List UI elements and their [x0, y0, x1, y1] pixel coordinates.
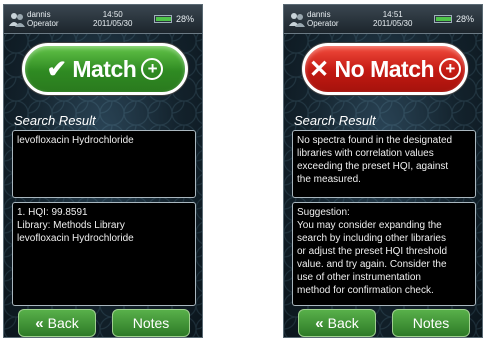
clock: 14:50 2011/05/30 — [93, 10, 132, 28]
notes-button[interactable]: Notes — [392, 309, 470, 337]
match-result-button[interactable]: ✔ Match + — [22, 43, 188, 95]
status-bar: dannis Operator 14:50 2011/05/30 28% — [4, 5, 202, 34]
user-info: dannis Operator — [307, 10, 339, 28]
result-line: search by including other libraries — [297, 233, 446, 244]
notes-label: Notes — [412, 315, 450, 331]
double-chevron-left-icon: « — [35, 314, 44, 332]
back-label: Back — [327, 315, 359, 331]
result-line: levofloxacin Hydrochloride — [17, 233, 134, 244]
battery-percent: 28% — [456, 14, 475, 24]
result-label: No Match — [334, 55, 435, 82]
result-line: Suggestion: — [297, 207, 350, 218]
search-result-label: Search Result — [294, 113, 376, 128]
result-line: levofloxacin Hydrochloride — [17, 135, 134, 146]
no-match-screen: dannis Operator 14:51 2011/05/30 28% ✕ N… — [283, 4, 483, 338]
result-line: use of other instrumentation — [297, 272, 421, 283]
result-line: Library: Methods Library — [17, 220, 125, 231]
checkmark-icon: ✔ — [46, 55, 67, 83]
back-button[interactable]: « Back — [298, 309, 376, 337]
time: 14:50 — [102, 10, 123, 19]
date: 2011/05/30 — [373, 19, 413, 28]
time: 14:51 — [382, 10, 403, 19]
back-button[interactable]: « Back — [18, 309, 96, 337]
notes-label: Notes — [132, 315, 170, 331]
result-line: method for confirmation check. — [297, 285, 434, 296]
user-icon — [9, 13, 25, 27]
match-screen: dannis Operator 14:50 2011/05/30 28% ✔ M… — [3, 4, 203, 338]
result-detail-box: 1. HQI: 99.8591 Library: Methods Library… — [12, 202, 196, 306]
user-info: dannis Operator — [27, 10, 59, 28]
result-detail-box: Suggestion: You may consider expanding t… — [292, 202, 476, 306]
battery-percent: 28% — [176, 14, 195, 24]
status-bar: dannis Operator 14:51 2011/05/30 28% — [284, 5, 482, 34]
back-label: Back — [47, 315, 79, 331]
search-result-label: Search Result — [14, 113, 96, 128]
clock: 14:51 2011/05/30 — [373, 10, 412, 28]
result-line: No spectra found in the designated — [297, 135, 453, 146]
notes-button[interactable]: Notes — [112, 309, 190, 337]
plus-circle-icon: + — [439, 58, 462, 80]
result-line: or adjust the preset HQI threshold — [297, 246, 448, 257]
x-mark-icon: ✕ — [308, 55, 329, 83]
date: 2011/05/30 — [93, 19, 133, 28]
result-label: Match — [72, 55, 137, 82]
user-name: dannis — [27, 10, 51, 19]
no-match-result-button[interactable]: ✕ No Match + — [302, 43, 468, 95]
result-summary-box: levofloxacin Hydrochloride — [12, 130, 196, 198]
result-line: exceeding the preset HQI, against — [297, 161, 449, 172]
user-name: dannis — [307, 10, 331, 19]
battery-icon — [154, 15, 172, 23]
result-line: libraries with correlation values — [297, 148, 434, 159]
plus-circle-icon: + — [141, 58, 164, 80]
user-icon — [289, 13, 305, 27]
result-line: 1. HQI: 99.8591 — [17, 207, 88, 218]
double-chevron-left-icon: « — [315, 314, 324, 332]
result-summary-box: No spectra found in the designated libra… — [292, 130, 476, 198]
battery-icon — [434, 15, 452, 23]
result-line: You may consider expanding the — [297, 220, 442, 231]
user-role: Operator — [27, 19, 59, 28]
result-line: the measured. — [297, 174, 361, 185]
result-line: value. and try again. Consider the — [297, 259, 447, 270]
user-role: Operator — [307, 19, 339, 28]
